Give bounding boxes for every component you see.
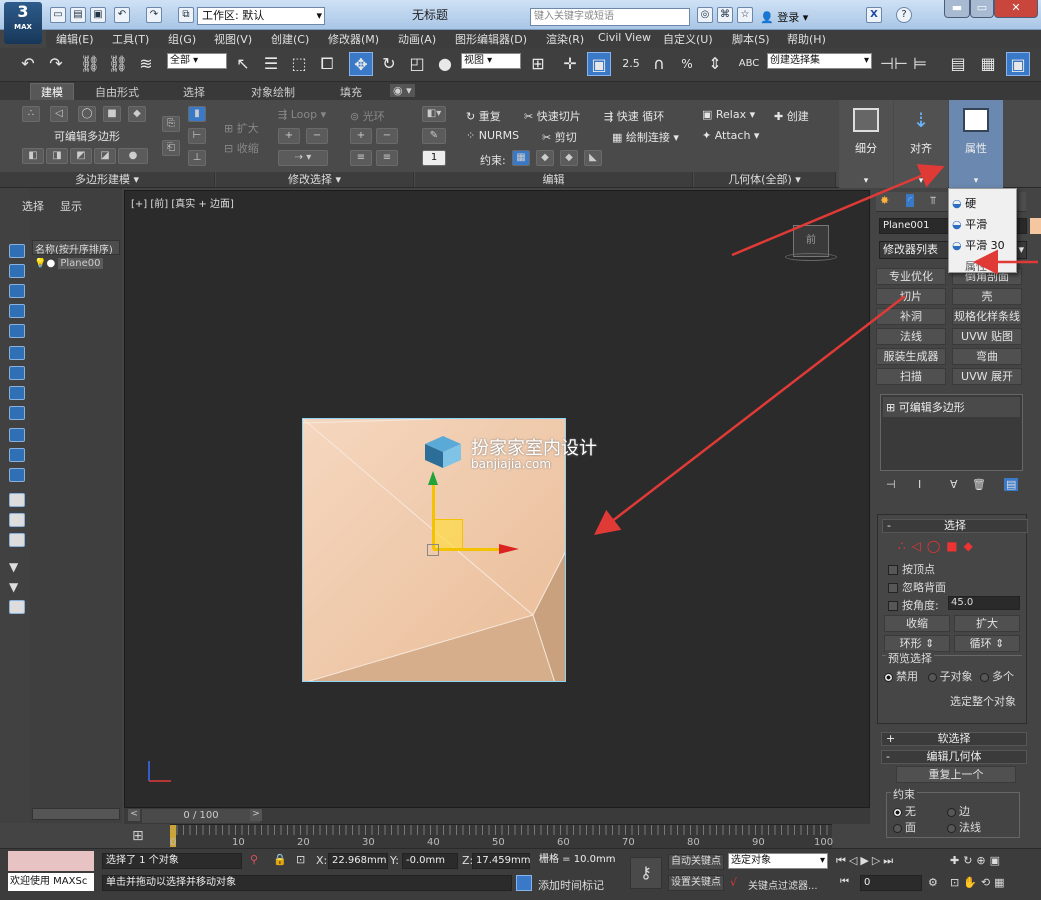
- annotation-arrows: [594, 164, 1038, 536]
